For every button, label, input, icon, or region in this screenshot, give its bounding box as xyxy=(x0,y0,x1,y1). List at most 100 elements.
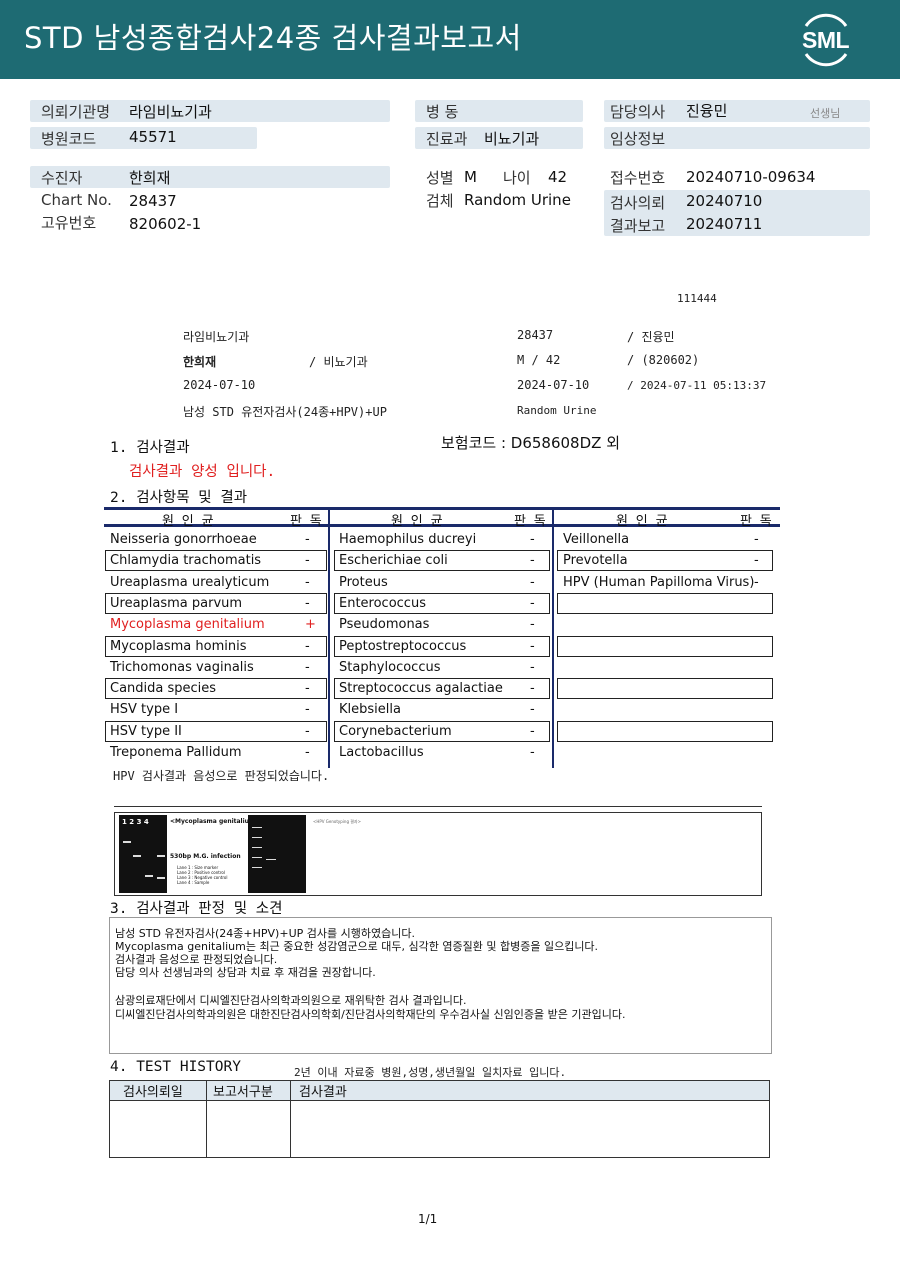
pathogen-name: Ureaplasma urealyticum xyxy=(110,574,270,590)
pathogen-result: - xyxy=(530,595,535,611)
mid-doctor: / 진융민 xyxy=(627,330,675,344)
gel-band xyxy=(266,859,276,860)
result-row-box xyxy=(557,635,773,657)
column-divider-2 xyxy=(552,507,554,768)
pathogen-name: Staphylococcus xyxy=(339,659,441,675)
opinion-line: 담당 의사 선생님과의 상담과 치료 후 재검을 권장합니다. xyxy=(115,966,376,979)
history-table-header xyxy=(109,1080,770,1101)
pathogen-name: Haemophilus ducreyi xyxy=(339,532,477,547)
pathogen-result: - xyxy=(530,681,535,697)
mid-date2: 2024-07-10 xyxy=(517,378,590,392)
gel-band xyxy=(252,827,262,828)
report-title: STD 남성종합검사24종 검사결과보고서 xyxy=(24,21,522,55)
age-label: 나이 xyxy=(503,169,531,187)
pathogen-result: - xyxy=(530,638,535,654)
pathogen-result: - xyxy=(305,574,310,590)
mid-test-name: 남성 STD 유전자검사(24종+HPV)+UP xyxy=(183,405,387,419)
info-bar-examinee xyxy=(30,166,390,188)
pathogen-result: - xyxy=(754,574,759,590)
pathogen-name: Trichomonas vaginalis xyxy=(110,659,254,675)
history-col-request-date: 검사의뢰일 xyxy=(123,1085,183,1100)
mid-institution: 라임비뇨기과 xyxy=(183,330,250,344)
pathogen-result: - xyxy=(530,532,535,547)
pathogen-name: Candida species xyxy=(110,681,217,697)
result-row-box xyxy=(557,592,773,614)
pathogen-result: - xyxy=(305,702,310,718)
unique-value: 820602-1 xyxy=(129,215,202,233)
history-vline xyxy=(109,1080,110,1158)
age-value: 42 xyxy=(548,168,568,186)
pathogen-name: Corynebacterium xyxy=(339,723,452,739)
pathogen-name: HPV (Human Papilloma Virus) xyxy=(563,574,755,590)
mid-chart: 28437 xyxy=(517,328,554,342)
gel-band xyxy=(252,847,262,848)
pathogen-result: - xyxy=(305,638,310,654)
history-col-report-type: 보고서구분 xyxy=(213,1085,273,1100)
gel-band xyxy=(123,841,131,843)
pathogen-name: Escherichiae coli xyxy=(339,553,448,569)
col-pathogen-2: 원 인 균 xyxy=(391,514,443,529)
col-pathogen-1: 원 인 균 xyxy=(162,514,214,529)
gel-lanes: 1 2 3 4 xyxy=(122,818,149,826)
report-header: STD 남성종합검사24종 검사결과보고서 SML xyxy=(0,0,900,79)
column-divider-1 xyxy=(328,507,330,768)
logo-text: SML xyxy=(802,27,850,53)
hospital-code-value: 45571 xyxy=(129,128,177,146)
pathogen-result: - xyxy=(305,595,310,611)
report-label: 결과보고 xyxy=(610,217,666,235)
gel-top-rule xyxy=(114,806,762,807)
insurance-code: 보험코드 : D658608DZ 외 xyxy=(441,434,620,452)
mid-code: 111444 xyxy=(677,292,717,305)
examinee-label: 수진자 xyxy=(41,169,83,187)
gel-band xyxy=(133,855,141,857)
col-pathogen-3: 원 인 균 xyxy=(616,514,668,529)
col-judgement-1: 판 독 xyxy=(290,514,322,529)
history-bottom-rule xyxy=(109,1157,770,1158)
result-positive-text: 검사결과 양성 입니다. xyxy=(129,464,276,480)
pathogen-name: HSV type I xyxy=(110,702,179,718)
pathogen-result: - xyxy=(305,723,310,739)
pathogen-name: Lactobacillus xyxy=(339,745,424,760)
pathogen-name: Prevotella xyxy=(563,553,628,569)
section4-title: 4. TEST HISTORY xyxy=(110,1059,241,1075)
hospital-code-label: 병원코드 xyxy=(41,130,97,148)
pathogen-name: Mycoplasma hominis xyxy=(110,638,247,654)
gel-band xyxy=(252,867,262,868)
gel-image-box: 1 2 3 4 <Mycoplasma genitalium> 530bp M.… xyxy=(114,812,762,896)
receipt-value: 20240710-09634 xyxy=(686,168,816,186)
results-table-header: 원 인 균 판 독 원 인 균 판 독 원 인 균 판 독 xyxy=(104,507,780,529)
col-judgement-2: 판 독 xyxy=(514,514,546,529)
mid-datetime: / 2024-07-11 05:13:37 xyxy=(627,379,767,392)
pathogen-name: Pseudomonas xyxy=(339,617,430,633)
pathogen-name: Proteus xyxy=(339,574,388,590)
history-vline xyxy=(290,1080,291,1158)
pathogen-result: - xyxy=(530,745,535,760)
doctor-suffix: 선생님 xyxy=(810,107,841,120)
unique-label: 고유번호 xyxy=(41,214,97,232)
pathogen-result: - xyxy=(305,681,310,697)
dept-label: 진료과 xyxy=(426,130,468,148)
page-number: 1/1 xyxy=(418,1212,438,1226)
history-vline xyxy=(769,1080,770,1158)
pathogen-name: Neisseria gonorrhoeae xyxy=(110,532,257,547)
gel-legend-line: Lane 4 : Sample xyxy=(177,880,210,885)
pathogen-name: HSV type II xyxy=(110,723,182,739)
gel-title: <Mycoplasma genitalium> xyxy=(170,818,261,825)
gel-band xyxy=(252,857,262,858)
pathogen-result: - xyxy=(530,574,535,590)
chart-label: Chart No. xyxy=(41,191,112,209)
pathogen-result: - xyxy=(754,532,759,547)
mid-birth: / (820602) xyxy=(627,353,700,367)
sex-label: 성별 xyxy=(426,169,454,187)
pathogen-result: - xyxy=(530,617,535,633)
sml-logo: SML xyxy=(796,12,856,68)
gel-hpv xyxy=(248,815,306,893)
gel-mg: 1 2 3 4 xyxy=(119,815,167,893)
pathogen-name: Veillonella xyxy=(563,532,630,547)
pathogen-name: Peptostreptococcus xyxy=(339,638,467,654)
pathogen-name: Mycoplasma genitalium xyxy=(110,617,265,633)
mid-specimen: Random Urine xyxy=(517,404,597,417)
section1-title: 1. 검사결과 xyxy=(110,440,190,456)
gel-infection-label: 530bp M.G. infection xyxy=(170,853,241,860)
opinion-line: 디씨엘진단검사의학과의원은 대한진단검사의학회/진단검사의학재단의 우수검사실 … xyxy=(115,1008,626,1021)
